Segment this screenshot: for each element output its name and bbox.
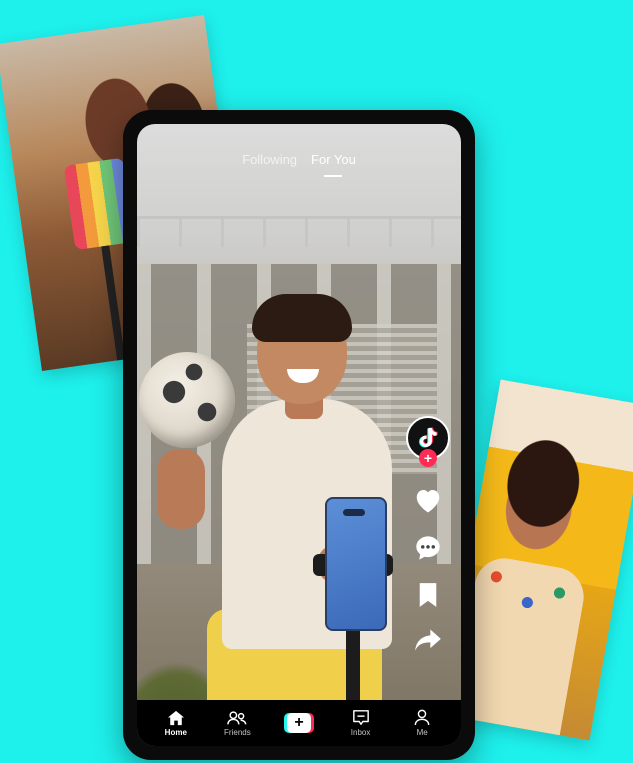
filming-phone [325, 497, 387, 631]
nav-friends[interactable]: Friends [213, 710, 261, 737]
nav-inbox[interactable]: Inbox [337, 709, 385, 737]
nav-me-label: Me [416, 728, 428, 737]
heart-icon[interactable] [413, 486, 443, 514]
inbox-icon [352, 710, 369, 725]
nav-home-label: Home [164, 727, 187, 737]
bottom-navigation: Home Friends + Inbox Me [137, 700, 461, 746]
nav-friends-label: Friends [224, 727, 251, 737]
phone-screen: Following For You + Home Friends + Inbox… [137, 124, 461, 746]
nav-create[interactable]: + [275, 713, 323, 733]
nav-me[interactable]: Me [398, 709, 446, 737]
soccer-ball [139, 352, 235, 448]
comment-icon[interactable] [414, 534, 442, 562]
tab-for-you[interactable]: For You [311, 152, 356, 167]
feed-tabs: Following For You [137, 152, 461, 167]
profile-icon [414, 709, 430, 726]
follow-button[interactable]: + [419, 449, 437, 467]
nav-home[interactable]: Home [152, 710, 200, 737]
bookmark-icon[interactable] [417, 582, 439, 608]
tiktok-logo-icon [419, 427, 438, 448]
plus-icon: + [286, 713, 311, 733]
home-icon [167, 710, 184, 725]
person-hand [157, 449, 205, 529]
building-railing [137, 216, 461, 247]
phone-frame: Following For You + Home Friends + Inbox… [123, 110, 475, 760]
friends-icon [227, 710, 247, 724]
nav-inbox-label: Inbox [350, 728, 371, 737]
marketing-stage: Following For You + Home Friends + Inbox… [0, 0, 633, 763]
creator-avatar[interactable]: + [406, 416, 450, 467]
action-rail: + [405, 416, 451, 652]
share-icon[interactable] [414, 628, 442, 652]
person-hair [252, 294, 352, 342]
tab-following[interactable]: Following [242, 152, 297, 167]
create-button[interactable]: + [283, 713, 314, 733]
